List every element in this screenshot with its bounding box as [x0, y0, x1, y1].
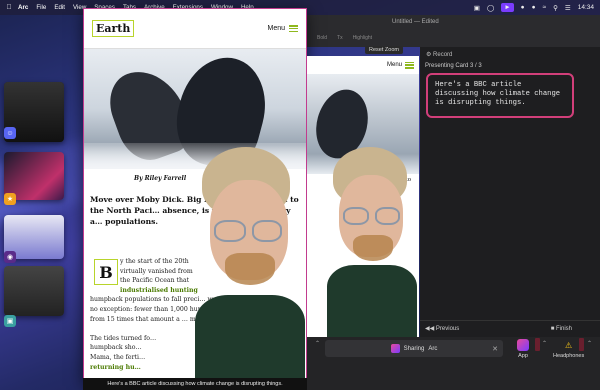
- search-icon[interactable]: ⚲: [553, 4, 558, 12]
- menu-file[interactable]: File: [36, 4, 46, 11]
- github-icon[interactable]: ◉: [4, 251, 16, 263]
- level-meter: [535, 338, 540, 351]
- chevron-up-icon[interactable]: ⌃: [315, 340, 320, 347]
- article-byline: By Riley Farrell: [134, 175, 187, 182]
- level-meter: [579, 338, 584, 351]
- toolbar-highlight[interactable]: Highlight: [353, 35, 372, 41]
- reset-zoom-button[interactable]: Reset Zoom: [365, 46, 403, 54]
- editor-titlebar: Untitled — Edited Bold Tx Highlight: [307, 15, 600, 47]
- earth-header: Earth Menu: [84, 9, 306, 49]
- headphones-label: Headphones: [553, 353, 585, 359]
- menu-edit[interactable]: Edit: [54, 4, 65, 11]
- wifi-icon[interactable]: ≈: [543, 4, 547, 11]
- preview-menu-label[interactable]: Menu: [387, 62, 402, 68]
- previous-button[interactable]: ◀◀ Previous: [425, 325, 459, 332]
- sharing-pill[interactable]: Sharing Arc ✕: [325, 340, 503, 357]
- preview-header: Menu: [307, 56, 419, 74]
- stage-thumbnail-video[interactable]: [4, 266, 64, 316]
- toolbar-bold[interactable]: Bold: [317, 35, 327, 41]
- camera-icon[interactable]: ●: [521, 4, 525, 11]
- record-icon: ⚙: [426, 52, 434, 58]
- chevron-up-icon[interactable]: ⌃: [587, 340, 592, 347]
- app-icon-teal[interactable]: ▣: [4, 315, 16, 327]
- caption-bar: Here's a BBC article discussing how clim…: [83, 378, 307, 390]
- earth-menu-label: Menu: [267, 25, 285, 32]
- toolbar-tx[interactable]: Tx: [337, 35, 343, 41]
- close-icon[interactable]: ✕: [492, 345, 498, 353]
- app-label: App: [518, 353, 528, 359]
- rewind-icon: ◀◀: [425, 326, 436, 332]
- arc-icon: [390, 344, 400, 353]
- record-label: Record: [433, 52, 453, 58]
- presenter-card: Here's a BBC article discussing how clim…: [426, 73, 574, 118]
- recording-status-icon[interactable]: ►: [501, 3, 514, 12]
- presenter-panel: ⚙ Record Presenting Card 3 / 3 Here's a …: [420, 47, 600, 337]
- earth-logo[interactable]: Earth: [92, 20, 135, 37]
- hamburger-icon: [289, 25, 298, 32]
- finish-label: Finish: [555, 326, 572, 332]
- screen-icon[interactable]: ▣: [474, 4, 480, 12]
- record-dot-icon[interactable]: ●: [532, 4, 536, 11]
- hamburger-icon[interactable]: [405, 61, 414, 69]
- window-title: Untitled — Edited: [392, 19, 439, 25]
- control-center-icon[interactable]: ☰: [565, 4, 571, 12]
- editor-toolbar: Bold Tx Highlight: [317, 35, 372, 41]
- earth-menu-button[interactable]: Menu: [267, 25, 298, 32]
- menu-app-name[interactable]: Arc: [18, 4, 28, 11]
- discord-icon[interactable]: ☺: [4, 127, 16, 139]
- apple-icon[interactable]: : [4, 4, 14, 11]
- presenter-divider: [420, 320, 600, 321]
- chevron-up-icon[interactable]: ⌃: [542, 340, 547, 347]
- previous-label: Previous: [435, 326, 460, 332]
- arc-icon: [517, 339, 529, 351]
- sharing-app: Arc: [428, 345, 438, 352]
- sharing-label: Sharing: [403, 345, 425, 352]
- app-icon-yellow[interactable]: ★: [4, 193, 16, 205]
- finish-button[interactable]: ■ Finish: [551, 326, 572, 332]
- webcam-preview: [325, 145, 417, 337]
- app-button[interactable]: App: [517, 339, 529, 359]
- bottom-toolbar: ⌃ Sharing Arc ✕ App ⌃ ⚠ Headphones ⌃: [307, 337, 600, 390]
- card-count: Presenting Card 3 / 3: [425, 63, 482, 69]
- webcam-overlay[interactable]: [190, 145, 305, 382]
- record-row[interactable]: ⚙ Record: [426, 51, 452, 58]
- menu-clock[interactable]: 14:34: [578, 4, 594, 11]
- warning-icon: ⚠: [565, 340, 573, 350]
- extension-icon[interactable]: ◯: [487, 4, 494, 12]
